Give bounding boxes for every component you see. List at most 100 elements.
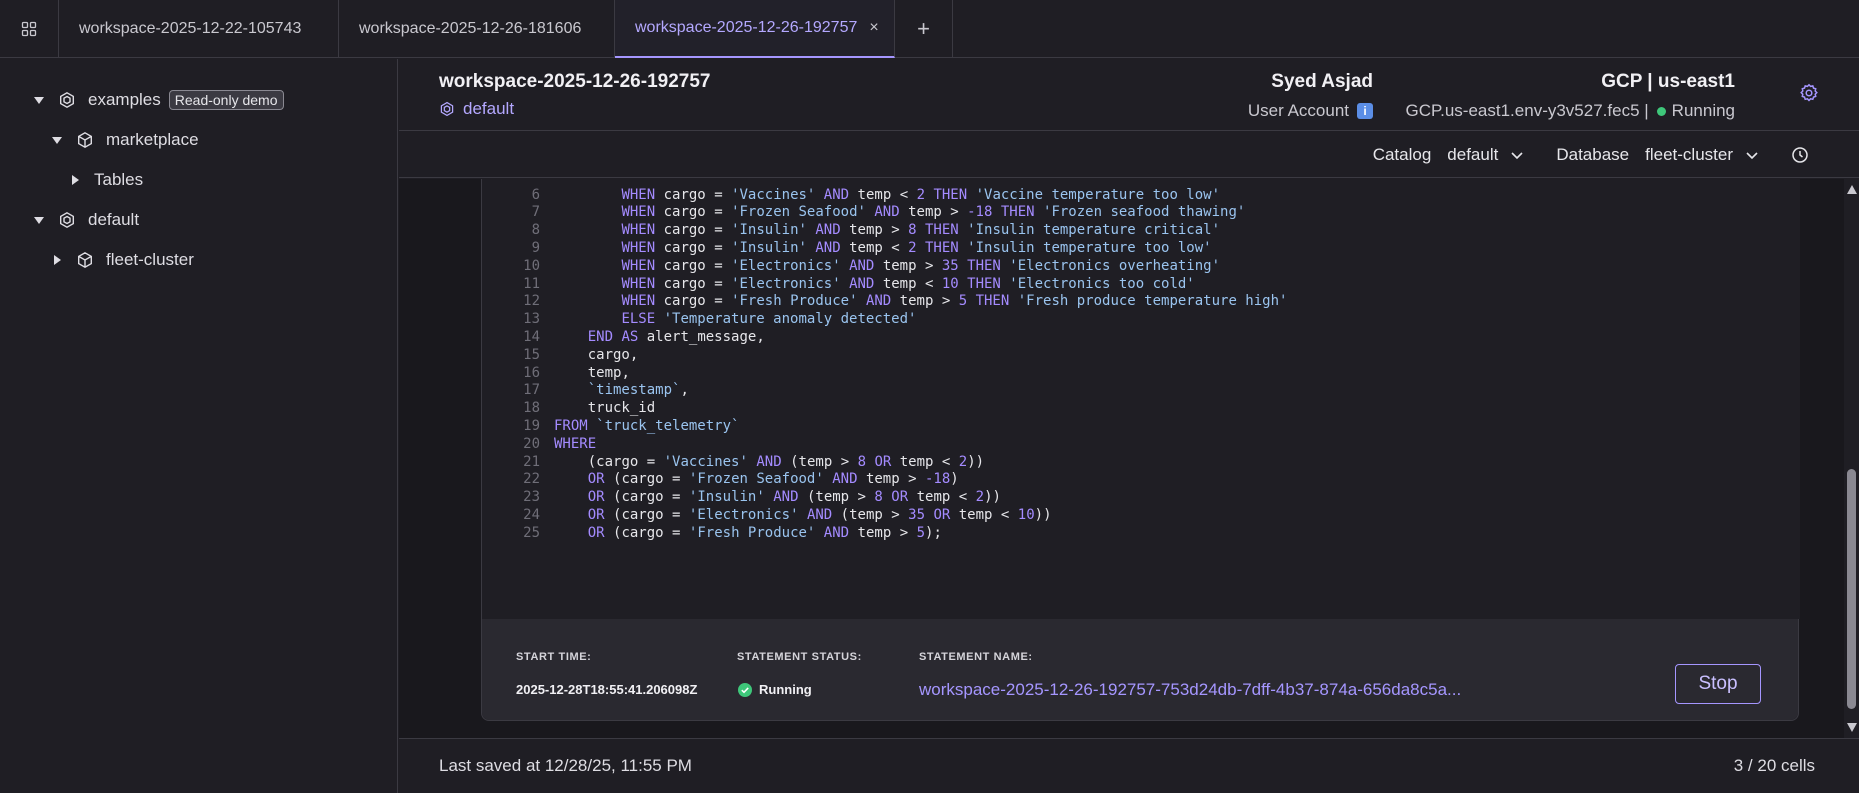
tab-label: workspace-2025-12-22-105743 bbox=[79, 20, 302, 37]
line-number: 24 bbox=[523, 506, 540, 523]
code-line[interactable]: 25 OR (cargo = 'Fresh Produce' AND temp … bbox=[482, 522, 942, 543]
line-number: 9 bbox=[531, 239, 540, 256]
workspace-header: workspace-2025-12-26-192757 default Syed… bbox=[399, 59, 1859, 131]
line-number: 22 bbox=[523, 471, 540, 488]
caret-right-icon[interactable] bbox=[68, 173, 82, 187]
close-icon[interactable]: × bbox=[869, 19, 878, 37]
database-select-value: fleet-cluster bbox=[1645, 144, 1733, 164]
code-text: OR (cargo = 'Electronics' AND (temp > 35… bbox=[587, 506, 1052, 523]
read-only-badge: Read-only demo bbox=[168, 90, 284, 110]
sidebar: examples Read-only demo marketplace Tabl… bbox=[0, 59, 398, 793]
account-type-label: User Account bbox=[1247, 101, 1349, 120]
database-icon bbox=[76, 131, 94, 149]
statement-name-label: STATEMENT NAME: bbox=[919, 651, 1033, 663]
scroll-up-icon[interactable] bbox=[1847, 185, 1857, 194]
scroll-down-icon[interactable] bbox=[1847, 723, 1857, 732]
sidebar-item-label: marketplace bbox=[106, 130, 199, 149]
catalog-icon bbox=[58, 91, 76, 109]
info-icon[interactable]: i bbox=[1357, 103, 1373, 119]
code-text: temp, bbox=[587, 364, 630, 381]
code-text: WHEN cargo = 'Insulin' AND temp > 8 THEN… bbox=[621, 222, 1221, 239]
check-circle-icon bbox=[738, 682, 752, 697]
code-text: cargo, bbox=[587, 346, 639, 363]
line-number: 23 bbox=[523, 489, 540, 506]
add-tab-button[interactable]: + bbox=[895, 0, 953, 57]
statement-status-value: Running bbox=[738, 682, 812, 697]
catalog-link[interactable]: default bbox=[439, 99, 514, 119]
code-text: ELSE 'Temperature anomaly detected' bbox=[621, 311, 917, 328]
chevron-down-icon bbox=[1746, 151, 1758, 159]
cell-count-text: 3 / 20 cells bbox=[1733, 756, 1815, 775]
catalog-name: default bbox=[463, 99, 515, 118]
gear-icon bbox=[1800, 83, 1818, 102]
catalog-label: Catalog bbox=[1372, 144, 1432, 164]
sidebar-item-tables[interactable]: Tables bbox=[68, 168, 143, 192]
code-text: WHEN cargo = 'Insulin' AND temp < 2 THEN… bbox=[621, 239, 1212, 256]
sidebar-item-label: fleet-cluster bbox=[106, 250, 194, 269]
sql-cell: 6 WHEN cargo = 'Vaccines' AND temp < 2 T… bbox=[481, 179, 1800, 721]
start-time-value: 2025-12-28T18:55:41.206098Z bbox=[516, 682, 698, 697]
line-number: 20 bbox=[523, 435, 540, 452]
line-number: 11 bbox=[523, 275, 540, 292]
sidebar-item-label: Tables bbox=[94, 170, 144, 189]
grid-icon bbox=[21, 21, 37, 36]
main-scrollbar[interactable] bbox=[1844, 179, 1859, 738]
catalog-icon bbox=[58, 211, 76, 229]
catalog-icon bbox=[440, 101, 454, 117]
environment-title: GCP | us-east1 bbox=[1601, 71, 1735, 92]
history-icon[interactable] bbox=[1791, 146, 1809, 164]
last-saved-text: Last saved at 12/28/25, 11:55 PM bbox=[439, 756, 692, 775]
code-editor[interactable]: 6 WHEN cargo = 'Vaccines' AND temp < 2 T… bbox=[482, 179, 1800, 619]
database-select[interactable]: fleet-cluster bbox=[1645, 145, 1759, 165]
sidebar-item-default[interactable]: default bbox=[32, 208, 139, 232]
caret-right-icon[interactable] bbox=[50, 253, 64, 267]
environment-status-label: Running bbox=[1671, 101, 1735, 120]
sidebar-item-examples[interactable]: examples Read-only demo bbox=[32, 88, 284, 112]
workspace-title: workspace-2025-12-26-192757 bbox=[439, 71, 711, 92]
plus-icon: + bbox=[917, 15, 930, 41]
tab-bar: workspace-2025-12-22-105743 workspace-20… bbox=[0, 0, 1859, 58]
settings-button[interactable] bbox=[1799, 83, 1819, 103]
catalog-select-value: default bbox=[1447, 144, 1499, 164]
caret-down-icon[interactable] bbox=[32, 213, 46, 227]
catalog-select[interactable]: default bbox=[1447, 145, 1524, 165]
tab-label: workspace-2025-12-26-192757 bbox=[635, 19, 858, 36]
code-text: WHERE bbox=[554, 435, 597, 452]
scroll-thumb[interactable] bbox=[1847, 469, 1856, 709]
status-dot-icon bbox=[1656, 106, 1666, 116]
code-text: (cargo = 'Vaccines' AND (temp > 8 OR tem… bbox=[587, 453, 985, 470]
chevron-down-icon bbox=[1511, 151, 1523, 159]
sidebar-item-fleet-cluster[interactable]: fleet-cluster bbox=[50, 248, 194, 272]
stop-button[interactable]: Stop bbox=[1675, 664, 1761, 704]
notebook-main: 6 WHEN cargo = 'Vaccines' AND temp < 2 T… bbox=[399, 179, 1844, 738]
tab-label: workspace-2025-12-26-181606 bbox=[359, 20, 582, 37]
caret-down-icon[interactable] bbox=[32, 93, 46, 107]
tab-workspace-active[interactable]: workspace-2025-12-26-192757 × bbox=[615, 0, 895, 58]
code-text: OR (cargo = 'Frozen Seafood' AND temp > … bbox=[587, 471, 959, 488]
tab-workspace-2[interactable]: workspace-2025-12-26-181606 bbox=[339, 0, 615, 58]
code-text: OR (cargo = 'Insulin' AND (temp > 8 OR t… bbox=[587, 489, 1001, 506]
code-text: WHEN cargo = 'Electronics' AND temp < 10… bbox=[621, 275, 1195, 292]
line-number: 21 bbox=[523, 453, 540, 470]
environment-status: GCP.us-east1.env-y3v527.fec5 | Running bbox=[1405, 101, 1735, 121]
code-text: WHEN cargo = 'Vaccines' AND temp < 2 THE… bbox=[621, 186, 1221, 203]
line-number: 19 bbox=[523, 417, 540, 434]
code-text: OR (cargo = 'Fresh Produce' AND temp > 5… bbox=[587, 524, 942, 541]
code-text: `timestamp`, bbox=[587, 382, 689, 399]
environment-id: GCP.us-east1.env-y3v527.fec5 | bbox=[1405, 101, 1649, 120]
sidebar-item-marketplace[interactable]: marketplace bbox=[50, 128, 199, 152]
sidebar-item-label: default bbox=[88, 210, 140, 229]
database-icon bbox=[76, 251, 94, 269]
apps-grid-button[interactable] bbox=[0, 0, 59, 57]
line-number: 14 bbox=[523, 328, 540, 345]
statement-name-link[interactable]: workspace-2025-12-26-192757-753d24db-7df… bbox=[919, 680, 1475, 700]
code-text: truck_id bbox=[587, 400, 656, 417]
caret-down-icon[interactable] bbox=[50, 133, 64, 147]
code-text: WHEN cargo = 'Fresh Produce' AND temp > … bbox=[621, 293, 1288, 310]
line-number: 18 bbox=[523, 400, 540, 417]
tab-workspace-1[interactable]: workspace-2025-12-22-105743 bbox=[59, 0, 339, 58]
line-number: 13 bbox=[523, 311, 540, 328]
code-text: WHEN cargo = 'Frozen Seafood' AND temp >… bbox=[621, 204, 1246, 221]
database-label: Database bbox=[1556, 144, 1630, 164]
line-number: 7 bbox=[531, 204, 540, 221]
